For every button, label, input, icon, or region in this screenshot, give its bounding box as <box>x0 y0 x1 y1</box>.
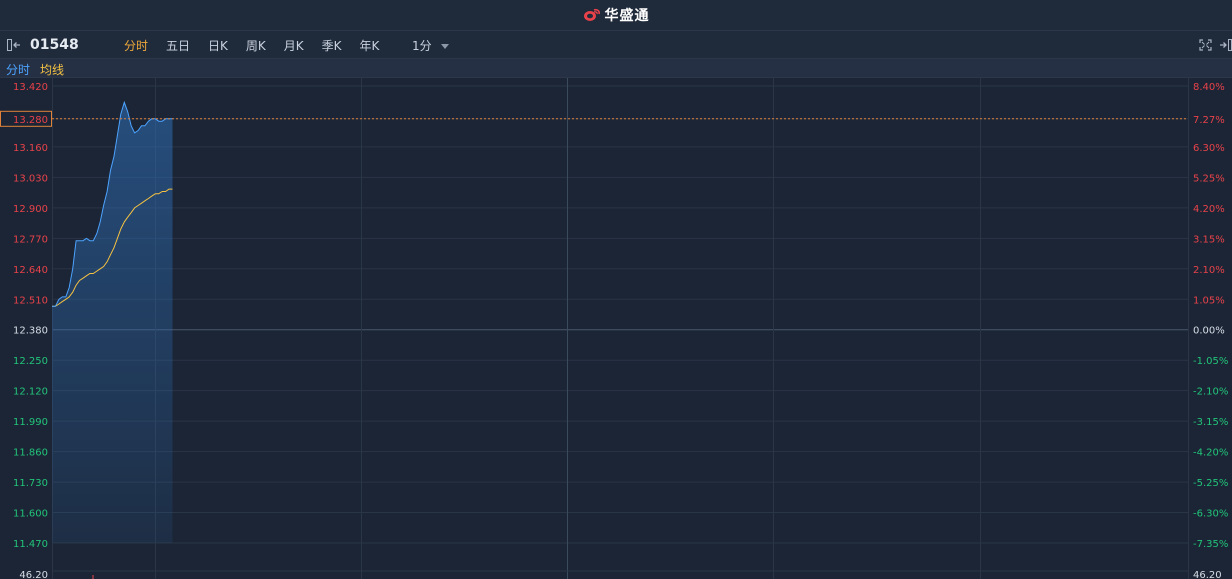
legend-bar: 分时 均线 <box>0 59 1232 78</box>
chart-grid <box>52 78 1189 579</box>
brand-name: 华盛通 <box>604 8 650 24</box>
price-tick-label: 13.030 <box>13 173 48 184</box>
percent-tick-label: -4.20% <box>1193 448 1228 459</box>
percent-tick-label: -2.10% <box>1193 387 1228 398</box>
percent-tick-label: 7.27% <box>1193 115 1225 126</box>
percent-axis: 8.40% 7.27% 6.30% 5.25% 4.20% 3.15% 2.10% 1.05%… <box>1193 82 1228 550</box>
percent-tick-label: 5.25% <box>1193 173 1225 184</box>
price-tick-label: 12.770 <box>13 234 48 245</box>
price-tick-label: 13.280 <box>13 115 48 126</box>
price-tick-label: 12.900 <box>13 204 48 215</box>
tab-monthly-k[interactable]: 月K <box>284 37 304 54</box>
brand: 华盛通 <box>583 5 650 25</box>
price-area-fill <box>52 102 173 544</box>
price-tick-label: 12.640 <box>13 265 48 276</box>
brand-logo-icon <box>583 8 600 21</box>
price-tick-label: 11.600 <box>13 509 48 520</box>
volume-tick-label-left: 46.20 <box>19 570 48 579</box>
tab-intraday[interactable]: 分时 <box>124 37 148 54</box>
fullscreen-icon[interactable] <box>1199 39 1212 51</box>
price-tick-label: 11.470 <box>13 539 48 550</box>
percent-tick-label: 2.10% <box>1193 265 1225 276</box>
title-bar: 华盛通 <box>0 0 1232 31</box>
tab-daily-k[interactable]: 日K <box>208 37 228 54</box>
period-tabs: 分时 五日 日K 周K 月K 季K 年K <box>124 37 397 54</box>
price-tick-label: 11.730 <box>13 478 48 489</box>
price-tick-label: 13.420 <box>13 82 48 93</box>
percent-tick-label: -1.05% <box>1193 356 1228 367</box>
price-tick-label: 13.160 <box>13 143 48 154</box>
legend-minute-line[interactable]: 分时 <box>6 61 30 78</box>
percent-tick-label: 0.00% <box>1193 326 1225 337</box>
chevron-down-icon <box>440 44 449 49</box>
legend-average-line[interactable]: 均线 <box>40 61 64 78</box>
tab-quarterly-k[interactable]: 季K <box>322 37 342 54</box>
percent-tick-label: 1.05% <box>1193 295 1225 306</box>
price-tick-label: 12.510 <box>13 295 48 306</box>
expand-panel-icon[interactable] <box>1219 39 1232 51</box>
tab-yearly-k[interactable]: 年K <box>360 37 380 54</box>
percent-tick-label: -3.15% <box>1193 417 1228 428</box>
percent-tick-label: 6.30% <box>1193 143 1225 154</box>
price-tick-label: 12.380 <box>13 326 48 337</box>
percent-tick-label: 4.20% <box>1193 204 1225 215</box>
price-tick-label: 11.990 <box>13 417 48 428</box>
price-tick-label: 11.860 <box>13 448 48 459</box>
tab-five-day[interactable]: 五日 <box>166 37 190 54</box>
toolbar: 01548 分时 五日 日K 周K 月K 季K 年K 1分 <box>0 31 1232 59</box>
percent-tick-label: -5.25% <box>1193 478 1228 489</box>
stock-code: 01548 <box>30 37 79 53</box>
collapse-panel-icon[interactable] <box>7 39 23 51</box>
percent-tick-label: 3.15% <box>1193 234 1225 245</box>
percent-tick-label: -6.30% <box>1193 509 1228 520</box>
price-tick-label: 12.120 <box>13 387 48 398</box>
percent-tick-label: 8.40% <box>1193 82 1225 93</box>
volume-tick-label-right: 46.20 <box>1193 570 1222 579</box>
price-tick-label: 12.250 <box>13 356 48 367</box>
interval-select[interactable]: 1分 <box>412 37 449 54</box>
percent-tick-label: -7.35% <box>1193 539 1228 550</box>
intraday-chart[interactable]: 13.420 13.280 13.160 13.030 12.900 12.770 12.6… <box>0 78 1232 579</box>
interval-value: 1分 <box>412 39 432 53</box>
tab-weekly-k[interactable]: 周K <box>246 37 266 54</box>
price-axis: 13.420 13.280 13.160 13.030 12.900 12.770 12.6… <box>13 82 48 550</box>
